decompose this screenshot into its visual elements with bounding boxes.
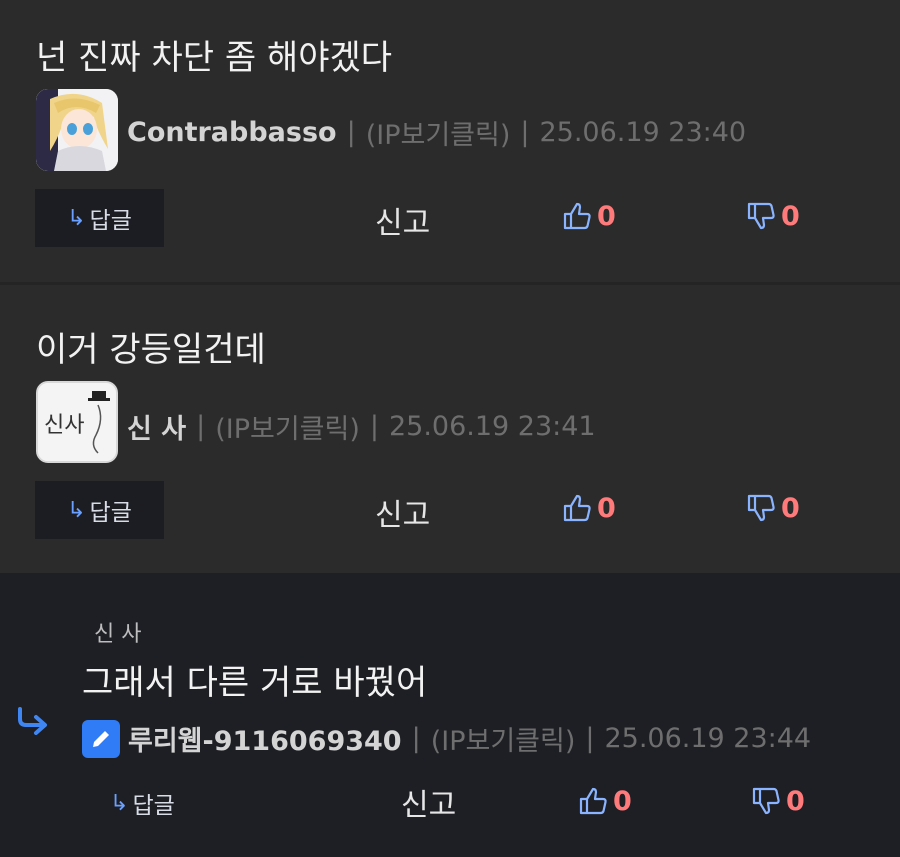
like-count: 0 — [597, 200, 616, 232]
reply-label: 답글 — [132, 793, 175, 819]
dislike-button[interactable]: 0 — [745, 200, 800, 232]
dislike-count: 0 — [781, 492, 800, 524]
author-nickname[interactable]: Contrabbasso — [127, 117, 337, 148]
like-button[interactable]: 0 — [577, 785, 632, 817]
comment-meta: 신 사 | (IP보기클릭) | 25.06.19 23:41 — [127, 407, 596, 446]
reply-arrow-icon — [16, 707, 48, 739]
like-button[interactable]: 0 — [561, 200, 616, 232]
comment-text: 이거 강등일건데 — [36, 330, 266, 370]
separator: | — [411, 723, 421, 754]
like-count: 0 — [613, 785, 632, 817]
author-nickname[interactable]: 루리웹-9116069340 — [128, 719, 402, 758]
ip-view-link[interactable]: (IP보기클릭) — [366, 113, 511, 152]
comment-text: 그래서 다른 거로 바꿨어 — [82, 663, 428, 703]
reply-arrow-icon: ↳ — [67, 205, 86, 231]
ip-view-link[interactable]: (IP보기클릭) — [431, 719, 576, 758]
comment-text: 넌 진짜 차단 좀 해야겠다 — [36, 38, 393, 78]
separator: | — [520, 117, 530, 148]
timestamp: 25.06.19 23:41 — [388, 411, 596, 442]
comment-meta: 루리웹-9116069340 | (IP보기클릭) | 25.06.19 23:… — [82, 719, 811, 758]
timestamp: 25.06.19 23:40 — [539, 117, 747, 148]
like-count: 0 — [597, 492, 616, 524]
reply-button[interactable]: ↳ 답글 — [35, 481, 164, 539]
thumbs-up-icon — [563, 494, 591, 522]
reply-arrow-icon: ↳ — [110, 790, 129, 816]
ip-view-link[interactable]: (IP보기클릭) — [215, 407, 360, 446]
reply-label: 답글 — [89, 500, 132, 526]
comment-2: 이거 강등일건데 신사 신 사 | (IP보기클릭) | 25.06.19 23… — [0, 285, 900, 573]
dislike-button[interactable]: 0 — [745, 492, 800, 524]
separator: | — [196, 411, 206, 442]
like-button[interactable]: 0 — [561, 492, 616, 524]
timestamp: 25.06.19 23:44 — [604, 723, 812, 754]
separator: | — [585, 723, 595, 754]
dislike-count: 0 — [781, 200, 800, 232]
pencil-icon — [82, 719, 120, 758]
thumbs-down-icon — [747, 202, 775, 230]
thumbs-down-icon — [752, 787, 780, 815]
thumbs-down-icon — [747, 494, 775, 522]
reply-button[interactable]: ↳ 답글 — [35, 189, 164, 247]
comment-1: 넌 진짜 차단 좀 해야겠다 Contrabbasso | (IP보기클릭) |… — [0, 0, 900, 282]
avatar[interactable]: 신사 — [36, 381, 118, 463]
separator: | — [346, 117, 356, 148]
author-nickname[interactable]: 신 사 — [127, 407, 186, 446]
thumbs-up-icon — [579, 787, 607, 815]
separator: | — [369, 411, 379, 442]
comment-meta: Contrabbasso | (IP보기클릭) | 25.06.19 23:40 — [127, 113, 746, 152]
thumbs-up-icon — [563, 202, 591, 230]
report-button[interactable]: 신고 — [375, 490, 430, 534]
reply-arrow-icon: ↳ — [67, 497, 86, 523]
reply-button[interactable]: ↳ 답글 — [110, 786, 175, 820]
report-button[interactable]: 신고 — [375, 198, 430, 242]
dislike-button[interactable]: 0 — [750, 785, 805, 817]
report-button[interactable]: 신고 — [401, 780, 456, 824]
avatar-text: 신사 — [44, 413, 85, 438]
reply-label: 답글 — [89, 208, 132, 234]
dislike-count: 0 — [786, 785, 805, 817]
comment-3-reply: 신 사 그래서 다른 거로 바꿨어 루리웹-9116069340 | (IP보기… — [0, 573, 900, 857]
avatar[interactable] — [36, 89, 118, 171]
parent-author: 신 사 — [94, 622, 142, 647]
